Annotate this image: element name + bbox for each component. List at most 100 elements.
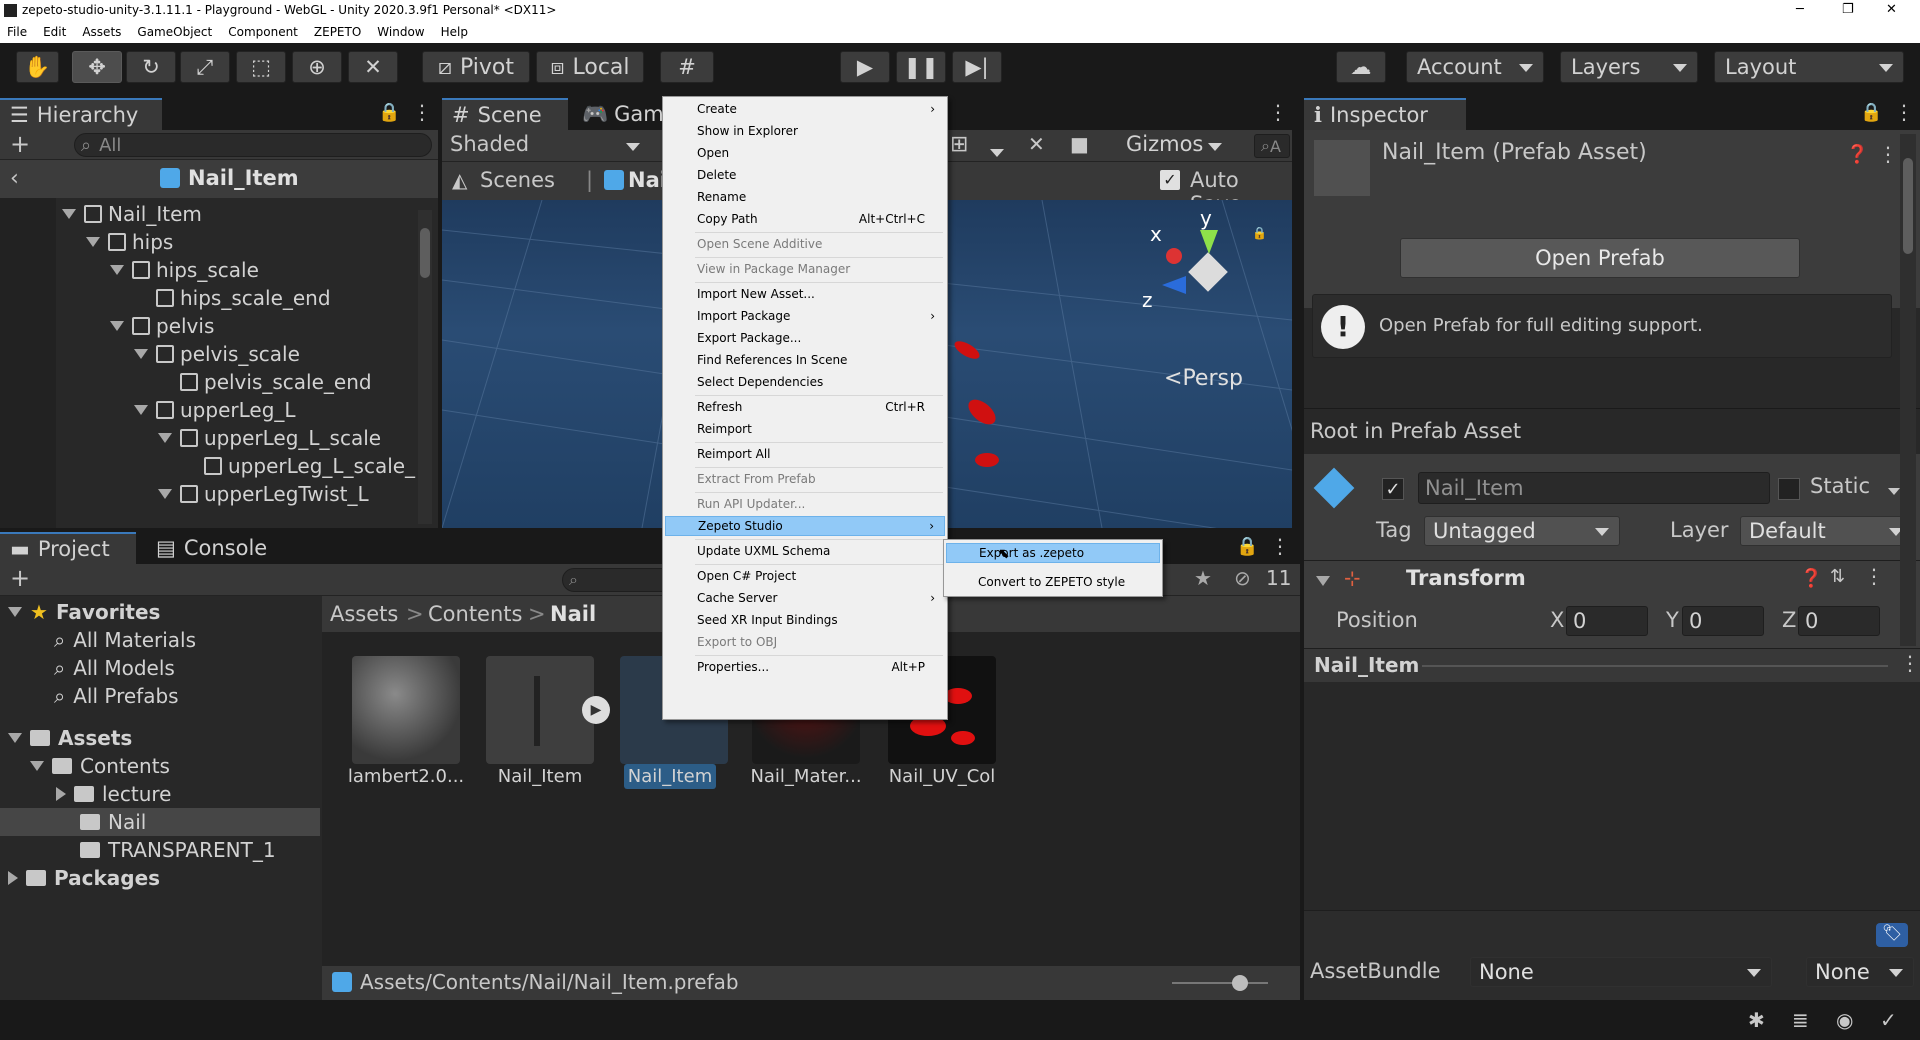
gameobject-name-input[interactable]: Nail_Item <box>1418 472 1770 504</box>
menu-zepeto[interactable]: ZEPETO <box>307 22 370 39</box>
tab-game[interactable]: 🎮 Gam <box>572 98 664 130</box>
menu-assets[interactable]: Assets <box>75 22 130 39</box>
foldout-arrow-icon[interactable] <box>134 349 148 359</box>
context-menu-item[interactable]: Copy Path Alt+Ctrl+C <box>665 209 945 229</box>
inspector-scrollbar[interactable] <box>1900 134 1916 646</box>
hierarchy-item[interactable]: upperLeg_L <box>134 396 296 424</box>
orientation-gizmo[interactable]: y x z 🔒 <box>1142 206 1268 330</box>
slider-thumb[interactable] <box>1232 975 1248 991</box>
open-prefab-button[interactable]: Open Prefab <box>1400 238 1800 278</box>
active-checkbox[interactable]: ✓ <box>1382 478 1404 500</box>
position-x-input[interactable]: 0 <box>1566 606 1648 636</box>
step-button[interactable]: ▶| <box>952 51 1002 83</box>
hierarchy-item[interactable]: Nail_Item <box>62 200 202 228</box>
collab-icon[interactable]: ◉ <box>1836 1008 1853 1032</box>
breadcrumb-scenes[interactable]: Scenes <box>480 168 555 192</box>
hierarchy-item[interactable]: upperLeg_L_scale_ <box>182 452 415 480</box>
hierarchy-item[interactable]: hips_scale_end <box>134 284 331 312</box>
context-menu-item[interactable]: Properties... Alt+P <box>665 657 945 677</box>
menu-file[interactable]: File <box>0 22 36 39</box>
play-button[interactable]: ▶ <box>840 51 890 83</box>
scene-search-input[interactable]: ⌕ A <box>1254 134 1290 158</box>
preview-resize-handle[interactable] <box>1422 665 1888 667</box>
menu-window[interactable]: Window <box>370 22 433 39</box>
export-as-zepeto-item[interactable]: Export as .zepeto <box>946 543 1160 563</box>
tab-project[interactable]: ▬ Project <box>0 532 136 564</box>
more-icon[interactable]: ⋮ <box>412 100 432 124</box>
x-axis-cone-icon[interactable] <box>1166 248 1182 264</box>
help-icon[interactable]: ❓ <box>1800 568 1822 589</box>
preset-icon[interactable]: ⇅ <box>1830 566 1845 587</box>
context-menu-item[interactable]: Open <box>665 143 945 163</box>
more-icon[interactable]: ⋮ <box>1878 142 1898 166</box>
rotate-tool-button[interactable]: ↻ <box>126 51 176 83</box>
help-icon[interactable]: ❓ <box>1846 144 1868 165</box>
pivot-toggle[interactable]: ⧄ Pivot <box>422 51 530 83</box>
context-menu-item[interactable]: Import Package › <box>665 306 945 326</box>
move-tool-button[interactable]: ✥ <box>72 51 122 83</box>
hierarchy-scrollbar[interactable] <box>418 210 432 524</box>
context-menu-item[interactable]: Create › <box>665 99 945 119</box>
context-menu-item[interactable]: Delete <box>665 165 945 185</box>
scroll-thumb[interactable] <box>1903 158 1913 254</box>
folder-row[interactable]: TRANSPARENT_1 <box>80 836 276 864</box>
z-axis-cone-icon[interactable] <box>1162 276 1186 294</box>
breadcrumb-contents[interactable]: Contents <box>428 602 522 626</box>
hierarchy-item[interactable]: upperLeg_L_scale <box>158 424 381 452</box>
convert-to-zepeto-style-item[interactable]: Convert to ZEPETO style <box>946 572 1160 592</box>
icon-size-slider[interactable] <box>1172 975 1268 991</box>
check-icon[interactable]: ✓ <box>1880 1008 1897 1032</box>
hierarchy-search-input[interactable]: ⌕ All <box>74 133 432 157</box>
add-icon[interactable]: + <box>10 130 30 158</box>
hand-tool-button[interactable]: ✋ <box>16 51 59 83</box>
context-menu-item[interactable]: Seed XR Input Bindings <box>665 610 945 630</box>
play-icon[interactable]: ▶ <box>582 696 610 724</box>
foldout-arrow-icon[interactable] <box>56 787 66 801</box>
transform-tool-button[interactable]: ⊕ <box>292 51 342 83</box>
autosave-checkbox[interactable]: ✓ <box>1160 170 1180 190</box>
camera-icon[interactable]: ■ <box>1070 132 1089 156</box>
more-icon[interactable]: ⋮ <box>1268 100 1288 124</box>
context-menu-item[interactable]: Reimport All <box>665 444 945 464</box>
tab-scene[interactable]: # Scene <box>442 98 568 130</box>
hierarchy-item[interactable]: pelvis_scale <box>134 340 300 368</box>
breadcrumb-assets[interactable]: Assets <box>330 602 398 626</box>
menu-gameobject[interactable]: GameObject <box>130 22 221 39</box>
layout-dropdown[interactable]: Layout <box>1714 51 1904 83</box>
contents-folder-row[interactable]: Contents <box>30 752 170 780</box>
foldout-arrow-icon[interactable] <box>8 733 22 743</box>
pause-button[interactable]: ❚❚ <box>896 51 946 83</box>
debug-icon[interactable]: ✱ <box>1748 1008 1765 1032</box>
assetbundle-variant-dropdown[interactable]: None <box>1806 957 1914 987</box>
add-icon[interactable]: + <box>10 564 30 592</box>
context-menu-item[interactable]: Update UXML Schema <box>665 541 945 561</box>
foldout-arrow-icon[interactable] <box>110 265 124 275</box>
back-icon[interactable]: ‹ <box>10 166 19 191</box>
lock-icon[interactable]: 🔒 <box>1252 226 1267 240</box>
menu-edit[interactable]: Edit <box>36 22 75 39</box>
favorite-item[interactable]: ⌕ All Models <box>54 654 175 682</box>
position-y-input[interactable]: 0 <box>1682 606 1764 636</box>
local-toggle[interactable]: ⧈ Local <box>536 51 644 83</box>
menu-help[interactable]: Help <box>434 22 477 39</box>
foldout-arrow-icon[interactable] <box>110 321 124 331</box>
close-button[interactable]: ✕ <box>1886 2 1897 17</box>
context-menu-item[interactable]: Import New Asset... <box>665 284 945 304</box>
favorite-item[interactable]: ⌕ All Prefabs <box>54 682 179 710</box>
cache-server-icon[interactable]: ≣ <box>1792 1008 1809 1032</box>
layer-dropdown[interactable]: Default <box>1740 516 1914 546</box>
tab-hierarchy[interactable]: ☰ Hierarchy <box>0 98 162 130</box>
asset-material-icon[interactable] <box>352 656 460 764</box>
more-icon[interactable]: ⋮ <box>1894 100 1914 124</box>
packages-folder-row[interactable]: Packages <box>8 864 160 892</box>
hierarchy-item[interactable]: upperLegTwist_L <box>158 480 369 508</box>
gameobject-cube-icon[interactable] <box>1313 467 1355 509</box>
context-menu-item[interactable]: Find References In Scene <box>665 350 945 370</box>
favorites-row[interactable]: ★ Favorites <box>8 598 160 626</box>
more-icon[interactable]: ⋮ <box>1900 651 1920 675</box>
lock-icon[interactable]: 🔒 <box>378 102 400 123</box>
folder-row[interactable]: lecture <box>56 780 171 808</box>
favorite-item[interactable]: ⌕ All Materials <box>54 626 196 654</box>
gizmo-cube-icon[interactable] <box>1188 252 1228 292</box>
static-checkbox[interactable] <box>1778 478 1800 500</box>
